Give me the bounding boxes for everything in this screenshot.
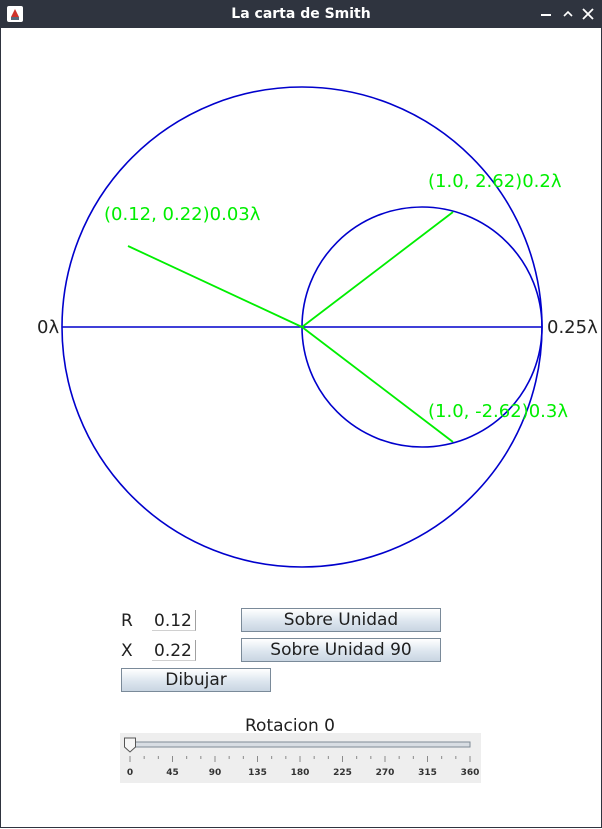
slider-tick-label: 90 (209, 768, 222, 778)
slider-tick-label: 180 (291, 768, 310, 778)
point-ray-1 (301, 211, 454, 328)
slider-tick-label: 0 (127, 768, 133, 778)
rotation-slider-panel: 0 45 90 135 180 225 270 315 360 (120, 733, 481, 783)
r-label: R (121, 611, 133, 631)
x-input[interactable]: 0.22 (152, 640, 196, 661)
slider-tick-label: 270 (376, 768, 395, 778)
window-titlebar[interactable]: La carta de Smith (0, 0, 602, 28)
window-content: 0λ 0.25λ (0.12, 0.22)0.03λ (1.0, 2.62)0.… (0, 28, 602, 828)
point-ray-2 (301, 326, 454, 443)
slider-tick-label: 135 (248, 768, 267, 778)
x-label: X (121, 641, 133, 661)
r-input[interactable]: 0.12 (152, 610, 196, 631)
point-label-1: (1.0, 2.62)0.2λ (428, 171, 562, 192)
slider-tick-label: 45 (166, 768, 179, 778)
point-label-0: (0.12, 0.22)0.03λ (104, 204, 261, 225)
slider-ticks: 0 45 90 135 180 225 270 315 360 (127, 756, 480, 778)
dibujar-button[interactable]: Dibujar (121, 668, 271, 692)
sobre-unidad-90-button[interactable]: Sobre Unidad 90 (241, 638, 441, 662)
wavelength-label-left: 0λ (37, 317, 59, 338)
minimize-icon[interactable] (536, 4, 556, 24)
close-icon[interactable] (578, 4, 598, 24)
slider-tick-label: 360 (461, 768, 480, 778)
point-label-2: (1.0, -2.62)0.3λ (428, 401, 568, 422)
smith-chart: 0λ 0.25λ (0.12, 0.22)0.03λ (1.0, 2.62)0.… (37, 86, 598, 568)
sobre-unidad-button[interactable]: Sobre Unidad (241, 608, 441, 632)
point-ray-0 (127, 245, 303, 328)
slider-tick-label: 225 (333, 768, 352, 778)
slider-tick-label: 315 (418, 768, 437, 778)
maximize-icon[interactable] (558, 4, 578, 24)
slider-thumb[interactable] (124, 737, 136, 753)
rotation-slider[interactable]: 0 45 90 135 180 225 270 315 360 (120, 733, 481, 783)
slider-track[interactable] (128, 741, 471, 748)
window-title: La carta de Smith (231, 6, 371, 22)
wavelength-label-right: 0.25λ (547, 317, 598, 338)
